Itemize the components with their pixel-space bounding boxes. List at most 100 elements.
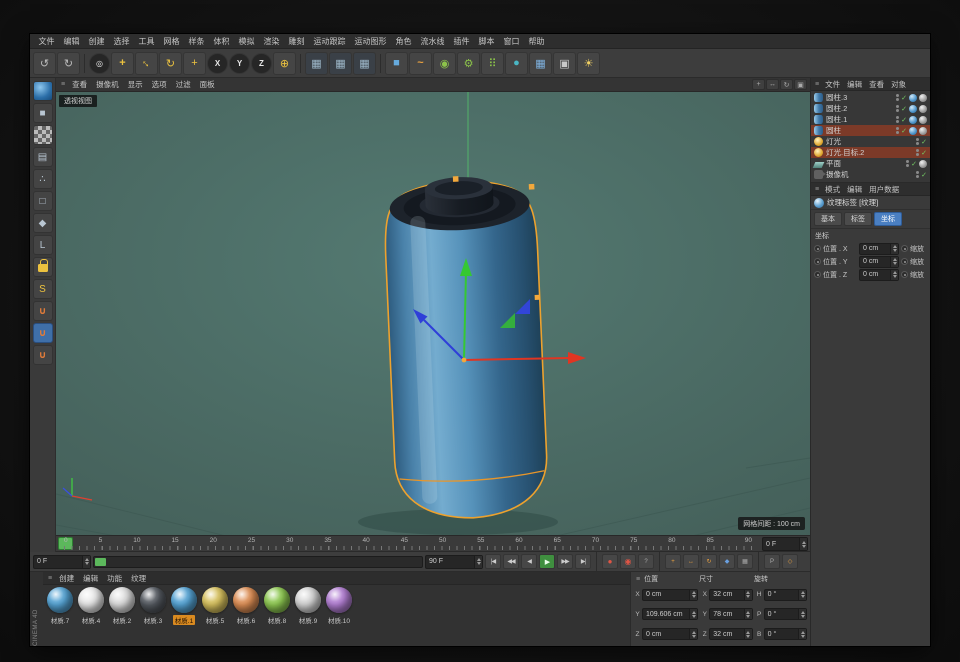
menu-mesh[interactable]: 网格 xyxy=(159,36,184,47)
lock-z-button[interactable]: Z xyxy=(251,53,272,74)
object-name[interactable]: 圆柱 xyxy=(826,125,893,136)
rotation-h-value[interactable]: 0 ° xyxy=(765,591,798,598)
phong-tag-icon[interactable] xyxy=(919,116,927,124)
last-used-tool[interactable]: + xyxy=(183,52,206,75)
om-menu-file[interactable]: 文件 xyxy=(822,79,843,90)
scale-tool[interactable]: ↔ xyxy=(135,52,158,75)
keyframe-presets-button[interactable]: ? xyxy=(638,554,654,569)
texture-tag-icon[interactable] xyxy=(909,116,917,124)
object-row-selected[interactable]: 圆柱 ✓ xyxy=(811,125,930,136)
om-menu-object[interactable]: 对象 xyxy=(888,79,909,90)
stepper[interactable] xyxy=(744,629,752,639)
rotation-p-field[interactable]: 0 ° xyxy=(764,608,807,620)
record-position-toggle[interactable]: + xyxy=(665,554,681,569)
phong-tag-icon[interactable] xyxy=(919,94,927,102)
snap-magnet-button[interactable]: ∪ xyxy=(33,301,53,321)
selection-handle-top-right[interactable] xyxy=(529,184,535,190)
object-name[interactable]: 灯光 xyxy=(826,136,913,147)
selection-handle-top[interactable] xyxy=(453,176,459,182)
coordinate-system-button[interactable]: ⊕ xyxy=(273,52,296,75)
texture-tag-icon[interactable] xyxy=(919,160,927,168)
workplane-mode-button[interactable]: ▤ xyxy=(33,147,53,167)
viewport-canvas[interactable] xyxy=(56,92,810,536)
vp-menu-options[interactable]: 选项 xyxy=(148,79,171,90)
vp-menu-filter[interactable]: 过滤 xyxy=(172,79,195,90)
gizmo-origin[interactable] xyxy=(462,358,467,363)
object-row[interactable]: 圆柱.3 ✓ xyxy=(811,92,930,103)
material-item[interactable]: 材质.9 xyxy=(293,587,323,625)
panel-menu-icon[interactable]: ≡ xyxy=(813,81,821,88)
object-name[interactable]: 圆柱.1 xyxy=(826,114,893,125)
enabled-check-icon[interactable]: ✓ xyxy=(901,116,907,124)
enable-axis-button[interactable]: L xyxy=(33,235,53,255)
stepper[interactable] xyxy=(798,629,806,639)
am-menu-mode[interactable]: 模式 xyxy=(822,184,843,195)
mat-menu-texture[interactable]: 纹理 xyxy=(127,573,150,584)
record-rotation-toggle[interactable]: ↻ xyxy=(701,554,717,569)
position-x-value[interactable]: 0 cm xyxy=(643,591,689,598)
menu-tools[interactable]: 工具 xyxy=(134,36,159,47)
mograph-button[interactable]: ⠿ xyxy=(481,52,504,75)
menu-create[interactable]: 创建 xyxy=(84,36,109,47)
prev-frame-button[interactable]: ◀ xyxy=(521,554,537,569)
camera-button[interactable]: ▣ xyxy=(553,52,576,75)
record-scale-toggle[interactable]: ↔ xyxy=(683,554,699,569)
panel-menu-icon[interactable]: ≡ xyxy=(59,81,67,88)
object-name[interactable]: 灯光.目标.2 xyxy=(826,147,913,158)
tab-tag[interactable]: 标签 xyxy=(844,212,872,226)
stepper[interactable] xyxy=(689,590,697,600)
object-row[interactable]: 平面 ✓ xyxy=(811,158,930,169)
visibility-dots[interactable] xyxy=(896,105,899,112)
volume-button[interactable]: ● xyxy=(505,52,528,75)
texture-tag-icon[interactable] xyxy=(909,127,917,135)
stepper[interactable] xyxy=(689,629,697,639)
cylinder-object[interactable] xyxy=(382,173,549,521)
live-selection-tool[interactable]: ◎ xyxy=(89,53,110,74)
rotate-tool[interactable]: ↻ xyxy=(159,52,182,75)
position-z-value[interactable]: 0 cm xyxy=(643,631,689,638)
current-frame-field[interactable]: 0 F xyxy=(762,537,808,551)
enabled-check-icon[interactable]: ✓ xyxy=(901,105,907,113)
attr-position-z-value[interactable]: 0 cm xyxy=(860,271,890,278)
start-frame-value[interactable]: 0 F xyxy=(34,558,82,565)
enabled-check-icon[interactable]: ✓ xyxy=(921,149,927,157)
stepper[interactable] xyxy=(798,590,806,600)
material-sphere[interactable] xyxy=(264,587,290,613)
object-name[interactable]: 圆柱.2 xyxy=(826,103,893,114)
add-cube-button[interactable]: ■ xyxy=(385,52,408,75)
object-row[interactable]: 圆柱.1 ✓ xyxy=(811,114,930,125)
menu-mograph[interactable]: 运动图形 xyxy=(350,36,391,47)
visibility-dots[interactable] xyxy=(916,171,919,178)
coordinate-lock-button[interactable] xyxy=(33,257,53,277)
pan-view-icon[interactable]: + xyxy=(752,79,765,90)
visibility-dots[interactable] xyxy=(916,149,919,156)
stepper[interactable] xyxy=(474,556,482,568)
visibility-dots[interactable] xyxy=(896,116,899,123)
start-frame-field[interactable]: 0 F xyxy=(33,555,91,569)
mat-menu-edit[interactable]: 编辑 xyxy=(79,573,102,584)
vp-menu-camera[interactable]: 摄像机 xyxy=(92,79,123,90)
am-menu-edit[interactable]: 编辑 xyxy=(844,184,865,195)
rotation-p-value[interactable]: 0 ° xyxy=(765,611,798,618)
material-item[interactable]: 材质.7 xyxy=(45,587,75,625)
menu-motion-tracker[interactable]: 运动跟踪 xyxy=(309,36,350,47)
material-sphere[interactable] xyxy=(295,587,321,613)
tab-basic[interactable]: 基本 xyxy=(814,212,842,226)
material-sphere[interactable] xyxy=(233,587,259,613)
phong-tag-icon[interactable] xyxy=(919,105,927,113)
menu-render[interactable]: 渲染 xyxy=(259,36,284,47)
light-button[interactable]: ☀ xyxy=(577,52,600,75)
visibility-dots[interactable] xyxy=(896,94,899,101)
texture-tag-icon[interactable] xyxy=(909,105,917,113)
stepper[interactable] xyxy=(890,270,898,280)
keyframe-radio[interactable] xyxy=(814,271,821,278)
size-x-field[interactable]: 32 cm xyxy=(709,589,752,601)
size-z-field[interactable]: 32 cm xyxy=(709,628,752,640)
am-menu-userdata[interactable]: 用户数据 xyxy=(866,184,902,195)
material-sphere[interactable] xyxy=(171,587,197,613)
material-sphere[interactable] xyxy=(78,587,104,613)
rotation-b-field[interactable]: 0 ° xyxy=(764,628,807,640)
menu-window[interactable]: 窗口 xyxy=(499,36,524,47)
stepper[interactable] xyxy=(689,609,697,619)
move-tool[interactable]: + xyxy=(111,52,134,75)
